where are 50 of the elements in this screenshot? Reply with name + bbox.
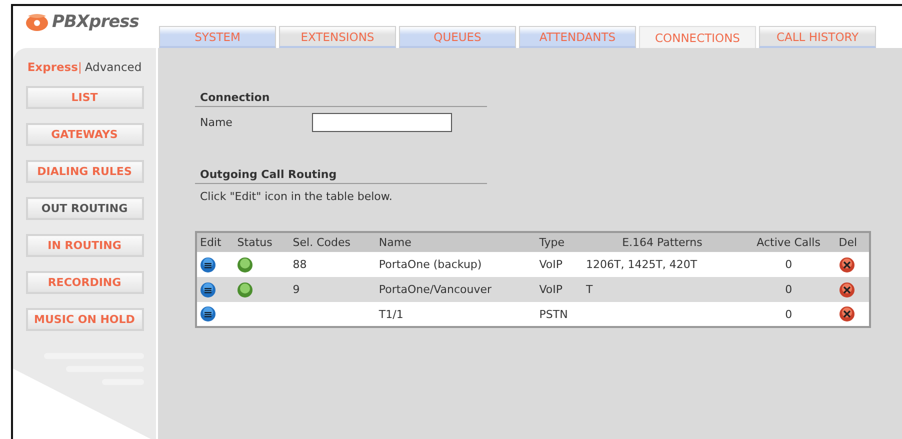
nav-tab[interactable]: EXTENSIONS bbox=[279, 26, 396, 48]
sidebar-button[interactable]: RECORDING bbox=[26, 271, 144, 294]
separator: | bbox=[78, 60, 82, 74]
table-cell: T bbox=[586, 283, 593, 296]
mode-link[interactable]: Express bbox=[27, 60, 78, 74]
column-header: Edit bbox=[196, 232, 234, 252]
mode-link[interactable]: Advanced bbox=[84, 60, 142, 74]
nav-tab[interactable]: CONNECTIONS bbox=[639, 26, 756, 48]
logo-text: PBXpress bbox=[52, 12, 139, 32]
table-cell: PortaOne (backup) bbox=[378, 258, 482, 271]
nav-tab[interactable]: CALL HISTORY bbox=[759, 26, 876, 48]
table-cell: 0 bbox=[785, 283, 792, 296]
table-cell: 88 bbox=[292, 258, 307, 271]
field-label: Name bbox=[200, 116, 234, 129]
table-cell: PSTN bbox=[539, 308, 568, 320]
section-title: Connection bbox=[195, 91, 487, 107]
delete-icon[interactable] bbox=[838, 256, 855, 272]
table-cell: 9 bbox=[292, 283, 300, 296]
table-cell: VoIP bbox=[539, 258, 563, 271]
logo-icon bbox=[25, 12, 49, 32]
sidebar-button[interactable]: OUT ROUTING bbox=[26, 197, 144, 220]
sidebar-button[interactable]: GATEWAYS bbox=[26, 123, 144, 146]
column-header: Status bbox=[234, 232, 290, 252]
table-cell: 1206T, 1425T, 420T bbox=[586, 258, 698, 271]
nav-tab[interactable]: QUEUES bbox=[399, 26, 516, 48]
nav-tab[interactable]: SYSTEM bbox=[159, 26, 276, 48]
sidebar-button[interactable]: IN ROUTING bbox=[26, 234, 144, 257]
column-header: Name bbox=[376, 232, 536, 252]
nav-tab[interactable]: ATTENDANTS bbox=[519, 26, 636, 48]
table-cell: VoIP bbox=[539, 283, 563, 296]
table-cell: PortaOne/Vancouver bbox=[378, 283, 492, 296]
instruction-text: Click "Edit" icon in the table below. bbox=[200, 190, 394, 203]
section-title: Outgoing Call Routing bbox=[195, 168, 487, 184]
column-header: Sel. Codes bbox=[290, 232, 376, 252]
delete-icon[interactable] bbox=[838, 282, 855, 298]
column-header: Del bbox=[836, 232, 870, 252]
table-cell: T1/1 bbox=[378, 308, 404, 320]
column-header: Type bbox=[536, 232, 584, 252]
edit-icon[interactable] bbox=[200, 282, 216, 298]
delete-icon[interactable] bbox=[838, 306, 855, 322]
name-input-field[interactable] bbox=[312, 113, 452, 132]
table-cell: 0 bbox=[785, 308, 792, 320]
sidebar-button[interactable]: LIST bbox=[26, 86, 144, 109]
edit-icon[interactable] bbox=[200, 256, 216, 272]
column-header: Active Calls bbox=[741, 232, 836, 252]
column-header: E.164 Patterns bbox=[583, 232, 742, 252]
table-cell: 0 bbox=[785, 258, 792, 271]
edit-icon[interactable] bbox=[200, 306, 216, 322]
sidebar-button[interactable]: DIALING RULES bbox=[26, 160, 144, 183]
sidebar-button[interactable]: MUSIC ON HOLD bbox=[26, 308, 144, 331]
